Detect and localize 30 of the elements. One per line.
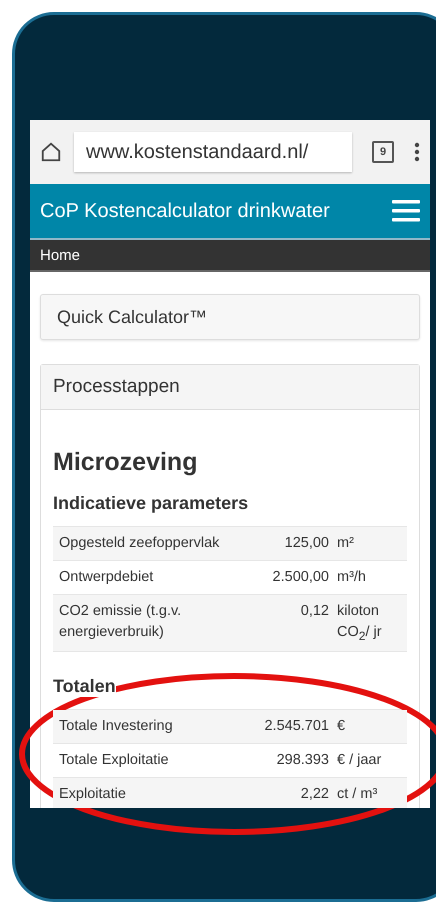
parameter-unit: m³/h: [337, 568, 367, 588]
parameter-label: Totale Investering: [58, 717, 174, 736]
home-icon[interactable]: [40, 141, 62, 163]
panel-title[interactable]: Processtappen: [41, 365, 419, 410]
app-title: CoP Kostencalculator drinkwater: [40, 200, 330, 222]
parameter-label: Ontwerpdebiet: [58, 568, 154, 588]
quick-calculator-button[interactable]: Quick Calculator™: [40, 294, 420, 340]
tab-count[interactable]: 9: [372, 141, 394, 163]
parameter-value: 2,22: [300, 785, 330, 804]
parameter-label: Totale Exploitatie: [58, 751, 170, 770]
more-options-icon[interactable]: [414, 142, 420, 162]
parameter-unit: € / jaar: [337, 751, 382, 770]
parameter-value: 125,00: [284, 534, 330, 553]
parameter-value: 2.500,00: [272, 568, 330, 588]
menu-icon[interactable]: [392, 200, 420, 222]
parameter-label: CO2 emissie (t.g.v. energieverbruik): [58, 602, 182, 642]
parameter-value: 0,12: [300, 602, 330, 622]
parameter-unit: ct / m³: [337, 785, 378, 804]
section-heading: Microzeving: [53, 448, 198, 477]
parameter-unit: €: [337, 717, 346, 736]
subsection-heading: Indicatieve parameters: [53, 493, 248, 514]
subsection-heading: Totalen: [53, 676, 116, 698]
home-link[interactable]: Home: [40, 246, 80, 264]
parameter-value: 2.545.701: [263, 717, 330, 736]
parameter-label: Opgesteld zeefoppervlak: [58, 534, 220, 553]
parameter-unit: m²: [337, 534, 355, 553]
parameter-value: 298.393: [276, 751, 330, 770]
parameter-label: Exploitatie: [58, 785, 127, 804]
address-field[interactable]: www.kostenstandaard.nl/: [74, 132, 352, 172]
parameter-unit: kiloton CO$_{2}$/ jr: [337, 602, 383, 645]
